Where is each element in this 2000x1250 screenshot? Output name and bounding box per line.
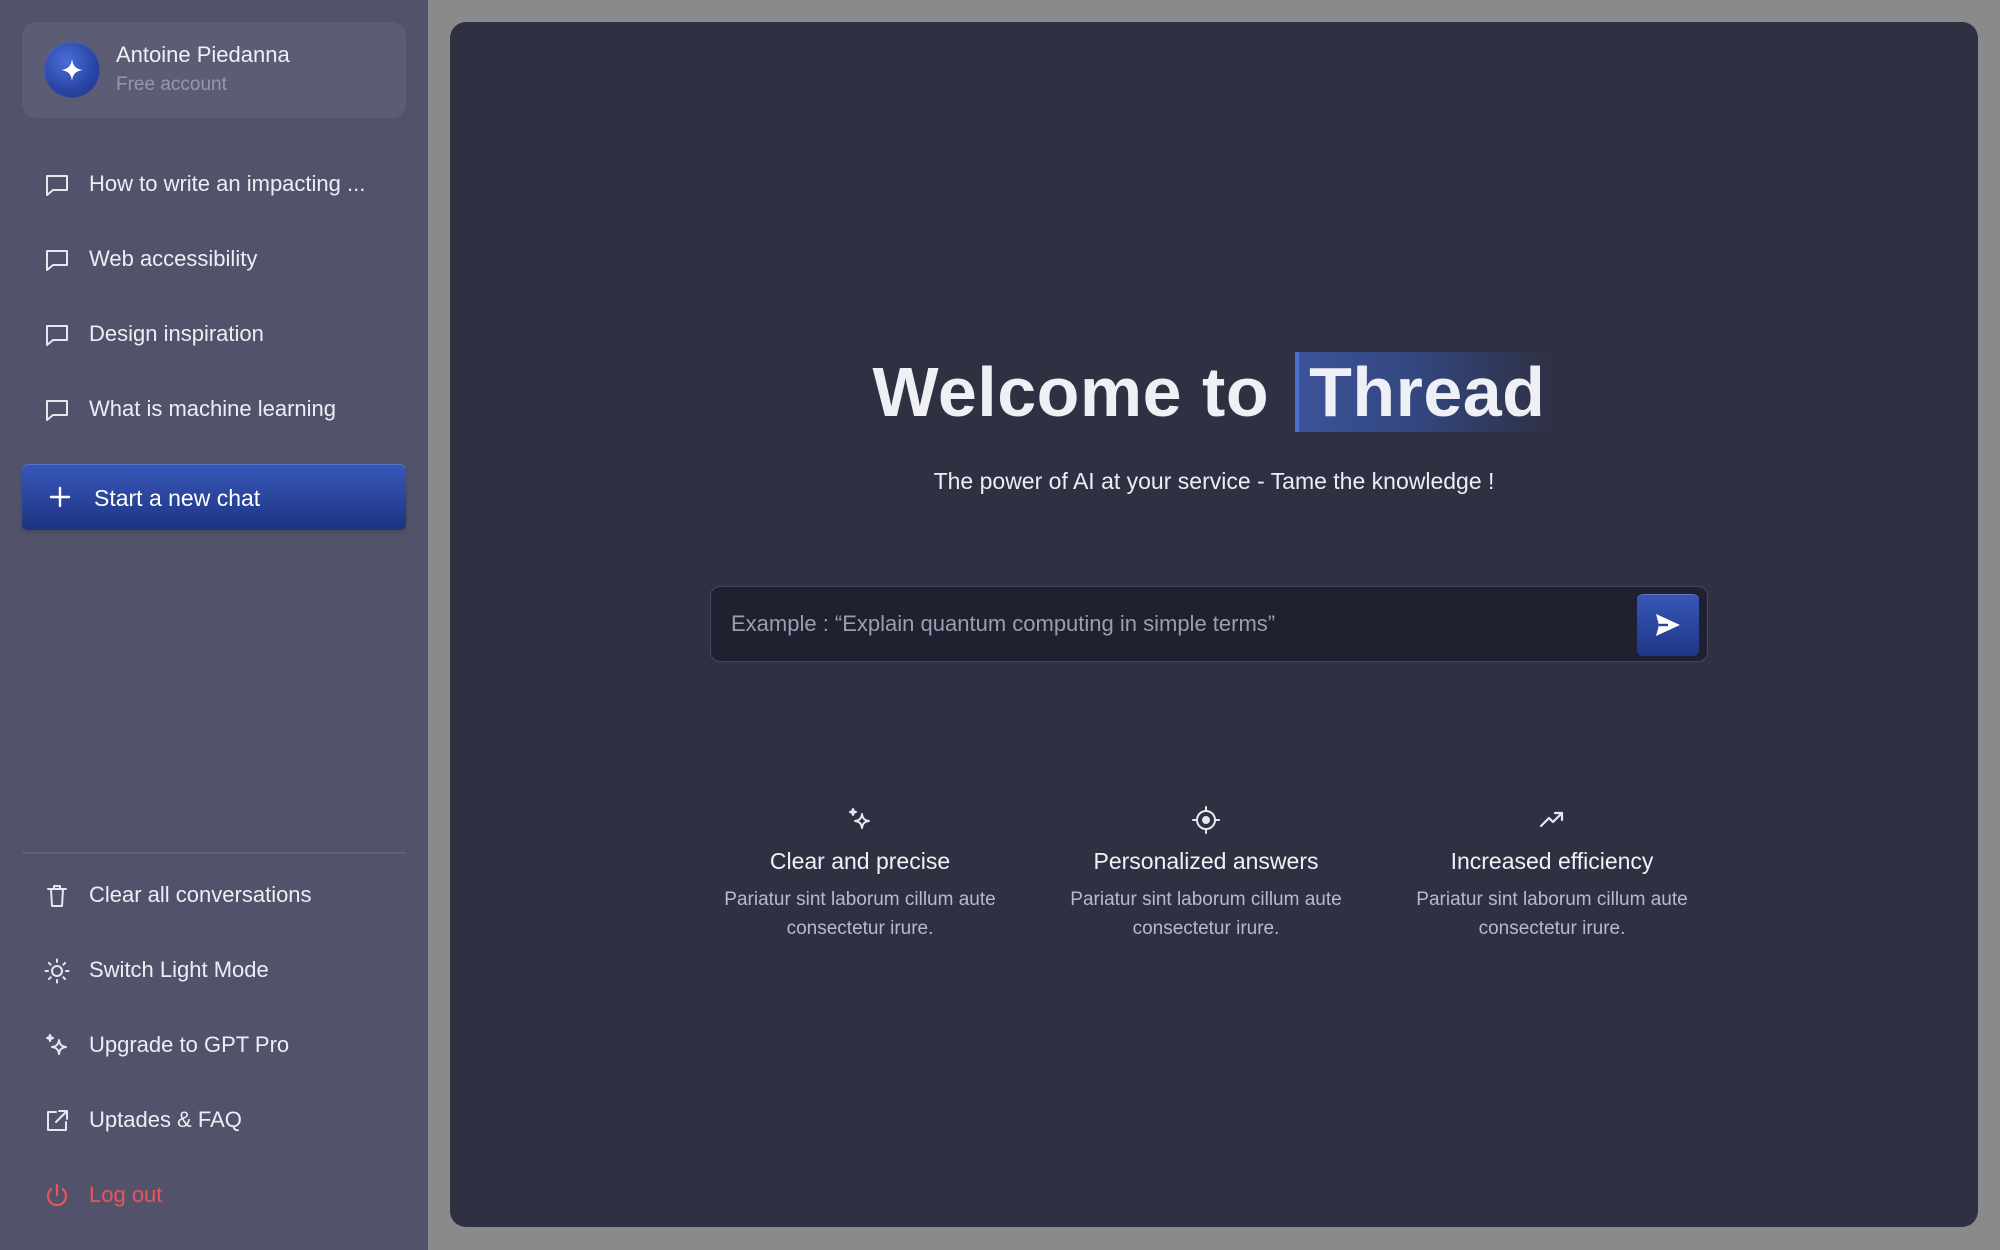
avatar (44, 42, 100, 98)
feature-description: Pariatur sint laborum cillum aute consec… (1070, 889, 1342, 939)
sidebar: Antoine Piedanna Free account How to wri… (0, 0, 428, 1250)
feature-title: Clear and precise (769, 848, 951, 874)
switch-light-mode-button[interactable]: Switch Light Mode (22, 942, 406, 1000)
external-link-icon (47, 1110, 68, 1131)
conversation-item[interactable]: Web accessibility (22, 231, 406, 289)
plus-icon (49, 486, 71, 508)
chat-bubble-icon (46, 400, 68, 421)
feature-description: Pariatur sint laborum cillum aute consec… (1416, 889, 1688, 939)
new-chat-button[interactable]: Start a new chat (22, 464, 406, 530)
subtitle: The power of AI at your service - Tame t… (933, 468, 1495, 494)
feature-title: Increased efficiency (1450, 848, 1654, 874)
welcome-heading: Welcome to Thread (450, 352, 1978, 432)
trash-icon (47, 885, 67, 907)
conversation-label: Web accessibility (89, 246, 258, 271)
power-icon (46, 1183, 68, 1207)
log-out-button[interactable]: Log out (22, 1167, 406, 1225)
chat-bubble-icon (46, 250, 68, 271)
upgrade-button[interactable]: Upgrade to GPT Pro (22, 1017, 406, 1075)
feature-efficiency: Increased efficiency Pariatur sint labor… (1392, 806, 1712, 943)
feature-description: Pariatur sint laborum cillum aute consec… (724, 889, 996, 939)
updates-faq-label: Uptades & FAQ (89, 1107, 242, 1132)
feature-personalized: Personalized answers Pariatur sint labor… (1046, 806, 1366, 943)
account-plan: Free account (116, 74, 227, 95)
prompt-input[interactable] (731, 605, 1631, 643)
main-panel: Welcome to Thread The power of AI at you… (450, 22, 1978, 1227)
sidebar-divider (22, 852, 406, 854)
brand-name: Thread (1309, 353, 1546, 431)
account-card[interactable]: Antoine Piedanna Free account (22, 22, 406, 118)
welcome-prefix: Welcome to (872, 353, 1270, 431)
upgrade-label: Upgrade to GPT Pro (89, 1032, 290, 1057)
updates-faq-link[interactable]: Uptades & FAQ (22, 1092, 406, 1150)
target-icon (1192, 806, 1220, 834)
send-icon (1656, 614, 1680, 636)
sparkle-icon (61, 59, 83, 81)
conversation-item[interactable]: How to write an impacting ... (22, 156, 406, 214)
sun-icon (44, 958, 70, 984)
conversation-label: Design inspiration (89, 321, 264, 346)
sparkles-icon (46, 1034, 67, 1055)
switch-light-mode-label: Switch Light Mode (89, 957, 269, 982)
sparkles-icon (849, 808, 870, 829)
chat-bubble-icon (46, 175, 68, 196)
conversation-item[interactable]: What is machine learning (22, 381, 406, 439)
brand-highlight: Thread (1295, 352, 1556, 432)
chat-bubble-icon (46, 325, 68, 346)
new-chat-label: Start a new chat (94, 485, 261, 511)
clear-conversations-button[interactable]: Clear all conversations (22, 867, 406, 925)
clear-conversations-label: Clear all conversations (89, 882, 312, 907)
account-name: Antoine Piedanna (116, 42, 290, 67)
conversation-label: How to write an impacting ... (89, 171, 366, 196)
conversation-label: What is machine learning (89, 396, 337, 421)
prompt-box (710, 586, 1708, 662)
trending-up-icon (1539, 811, 1564, 828)
feature-title: Personalized answers (1093, 848, 1319, 874)
feature-clear-precise: Clear and precise Pariatur sint laborum … (700, 806, 1020, 943)
conversation-item[interactable]: Design inspiration (22, 306, 406, 364)
log-out-label: Log out (89, 1182, 163, 1207)
send-button[interactable] (1637, 594, 1699, 656)
